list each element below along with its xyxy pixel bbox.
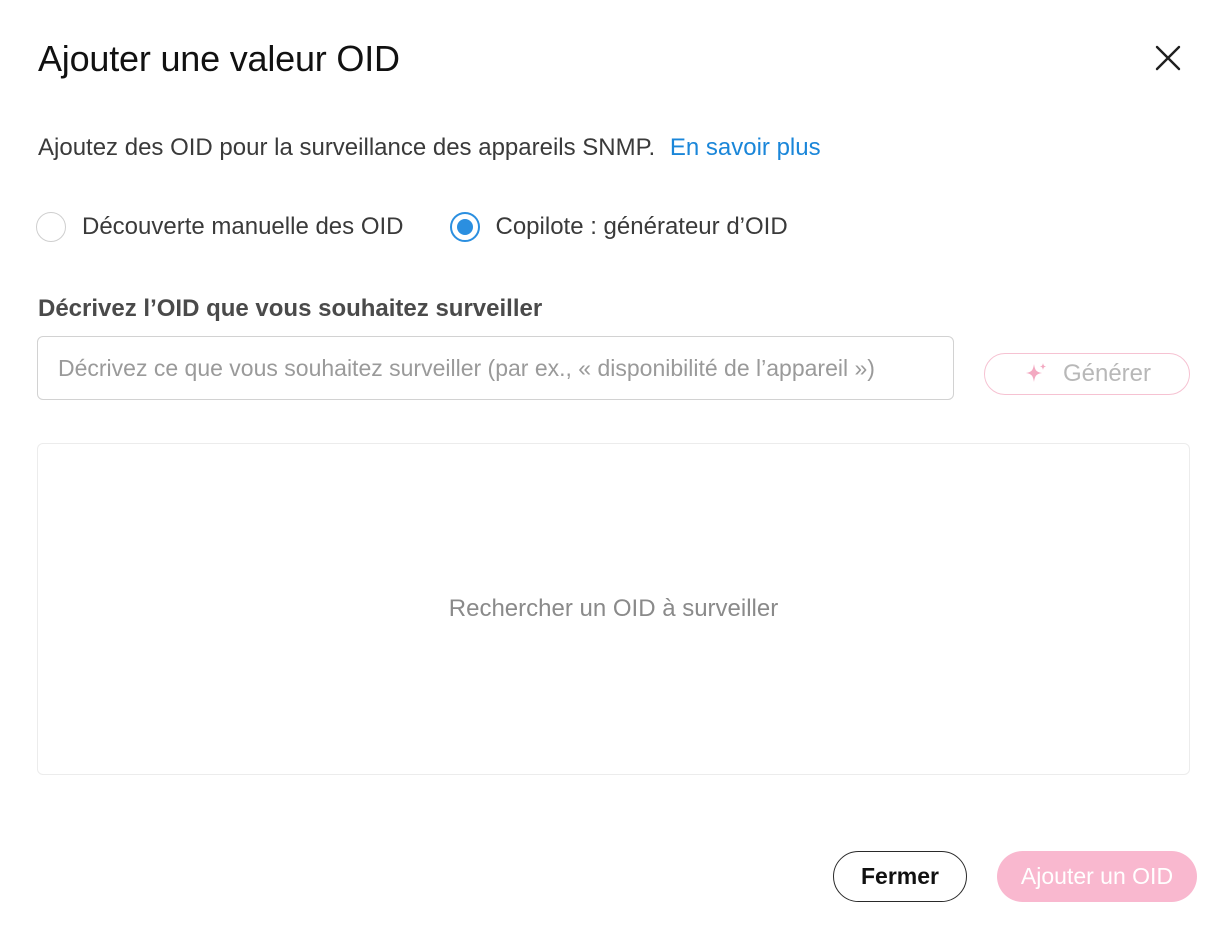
radio-button-unchecked[interactable] (36, 212, 66, 242)
dialog-title: Ajouter une valeur OID (38, 38, 400, 79)
add-oid-dialog: Ajouter une valeur OID Ajoutez des OID p… (0, 0, 1226, 940)
radio-button-checked[interactable] (449, 212, 480, 242)
intro-text: Ajoutez des OID pour la surveillance des… (38, 134, 656, 161)
empty-state-text: Rechercher un OID à surveiller (448, 595, 779, 622)
intro-text-row: Ajoutez des OID pour la surveillance des… (38, 134, 821, 162)
close-button[interactable]: Fermer (833, 851, 967, 902)
radio-copilot-generator[interactable]: Copilote : générateur d’OID (449, 212, 788, 242)
describe-oid-input[interactable] (37, 336, 954, 400)
add-oid-button[interactable]: Ajouter un OID (997, 851, 1197, 902)
close-icon[interactable] (1150, 40, 1186, 76)
sparkle-icon (1023, 360, 1049, 389)
radio-manual-discovery[interactable]: Découverte manuelle des OID (36, 212, 404, 242)
mode-radio-group: Découverte manuelle des OID Copilote : g… (36, 212, 834, 242)
oid-results-panel: Rechercher un OID à surveiller (37, 443, 1190, 775)
radio-label-manual: Découverte manuelle des OID (82, 213, 404, 240)
generate-button-label: Générer (1062, 360, 1152, 387)
describe-oid-label: Décrivez l’OID que vous souhaitez survei… (38, 295, 543, 322)
radio-label-copilot: Copilote : générateur d’OID (495, 213, 788, 240)
learn-more-link[interactable]: En savoir plus (670, 134, 821, 161)
generate-button[interactable]: Générer (984, 353, 1190, 395)
